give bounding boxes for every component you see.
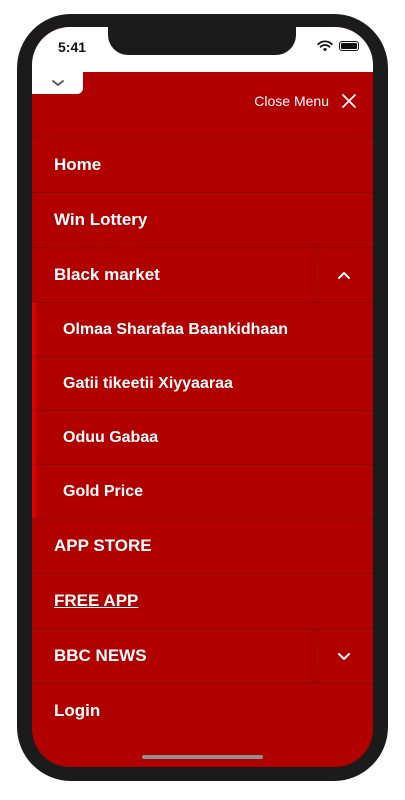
close-menu-label: Close Menu bbox=[254, 93, 329, 109]
black-market-toggle[interactable] bbox=[314, 248, 373, 302]
chevron-up-icon bbox=[338, 271, 350, 279]
menu-item-free-app[interactable]: FREE APP bbox=[32, 573, 373, 628]
menu-item-login[interactable]: Login bbox=[32, 683, 373, 738]
menu-item-label: Login bbox=[54, 701, 101, 720]
menu-item-label: Home bbox=[54, 155, 102, 174]
submenu-item[interactable]: Olmaa Sharafaa Baankidhaan bbox=[32, 302, 373, 356]
chevron-down-icon bbox=[51, 80, 64, 86]
submenu-item[interactable]: Gatii tikeetii Xiyyaaraa bbox=[32, 356, 373, 410]
bbc-news-toggle[interactable] bbox=[314, 629, 373, 683]
submenu-item-label: Gatii tikeetii Xiyyaaraa bbox=[63, 374, 233, 392]
chevron-down-icon bbox=[338, 652, 350, 660]
menu-item-label: FREE APP bbox=[54, 591, 139, 610]
status-time: 5:41 bbox=[58, 39, 87, 55]
menu-item-bbc-news[interactable]: BBC NEWS bbox=[32, 628, 373, 683]
menu-item-home[interactable]: Home bbox=[32, 137, 373, 192]
menu-list: Home Win Lottery Black market Olmaa Shar… bbox=[32, 137, 373, 738]
menu-item-black-market[interactable]: Black market bbox=[32, 247, 373, 302]
screen: 5:41 Close Menu Home Win Lottery Black m… bbox=[32, 27, 373, 767]
menu-item-label: APP STORE bbox=[54, 536, 152, 555]
menu-item-app-store[interactable]: APP STORE bbox=[32, 518, 373, 573]
menu-item-win-lottery[interactable]: Win Lottery bbox=[32, 192, 373, 247]
status-icons bbox=[317, 40, 359, 52]
submenu-item[interactable]: Oduu Gabaa bbox=[32, 410, 373, 464]
menu-item-label: Win Lottery bbox=[54, 210, 148, 229]
wifi-icon bbox=[317, 40, 333, 52]
menu-item-label: BBC NEWS bbox=[54, 646, 147, 665]
menu-item-label: Black market bbox=[54, 265, 160, 284]
home-indicator bbox=[142, 755, 263, 759]
status-bar: 5:41 bbox=[32, 27, 373, 72]
submenu-item-label: Oduu Gabaa bbox=[63, 428, 159, 446]
submenu-item-label: Olmaa Sharafaa Baankidhaan bbox=[63, 320, 288, 338]
close-menu-button[interactable]: Close Menu bbox=[254, 93, 357, 109]
close-icon bbox=[342, 94, 356, 108]
submenu-item-label: Gold Price bbox=[63, 482, 144, 500]
notch bbox=[108, 27, 296, 55]
submenu-item[interactable]: Gold Price bbox=[32, 464, 373, 518]
battery-icon bbox=[339, 41, 359, 51]
black-market-submenu: Olmaa Sharafaa Baankidhaan Gatii tikeeti… bbox=[32, 302, 373, 518]
collapse-tab[interactable] bbox=[32, 72, 83, 94]
